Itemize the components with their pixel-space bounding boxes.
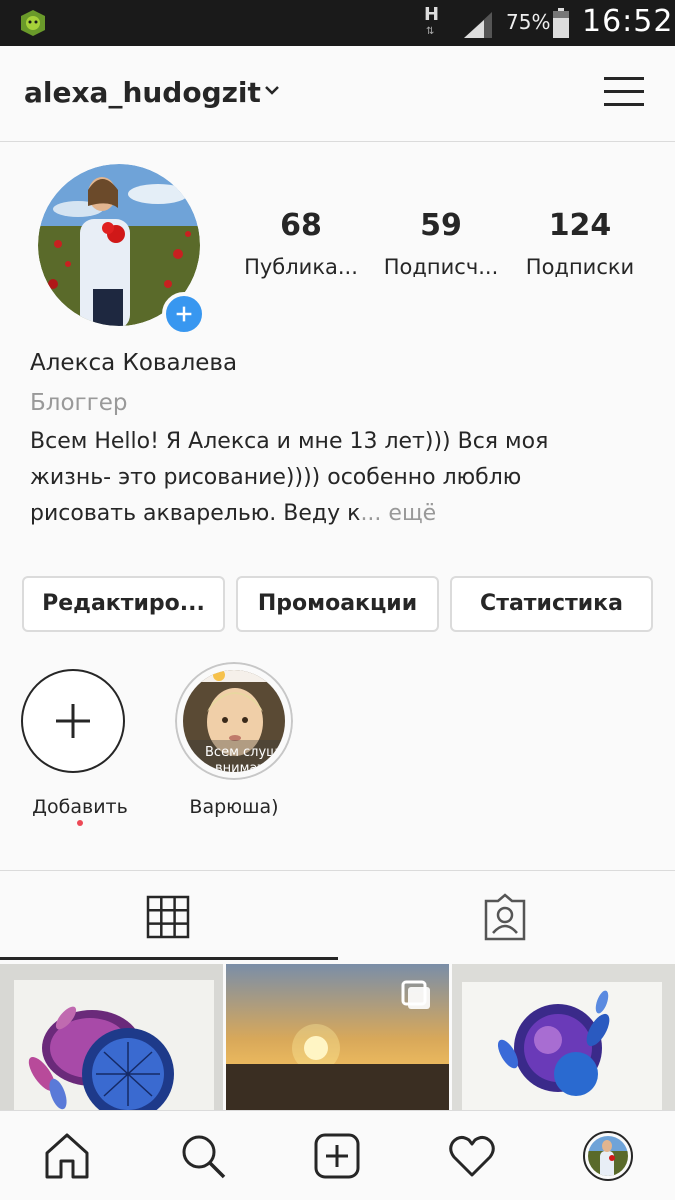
signal-icon <box>464 12 492 38</box>
profile-avatar[interactable] <box>583 1131 633 1181</box>
following-count-value: 124 <box>548 208 612 243</box>
data-arrows-icon: ⇅ <box>426 26 435 37</box>
bio-line: Всем Hello! Я Алекса и мне 13 лет))) Вся… <box>30 429 549 454</box>
username-switcher[interactable]: alexa_hudogzit <box>24 76 261 109</box>
post-thumbnail[interactable] <box>452 964 675 1114</box>
highlight-cover[interactable]: Всем слуш внимат <box>175 662 293 780</box>
active-tab-indicator <box>0 957 338 960</box>
bio-ellipsis: ... <box>360 501 382 526</box>
clock: 16:52 <box>582 4 674 39</box>
posts-count-value: 68 <box>280 208 322 243</box>
full-name: Алекса Ковалева <box>30 350 238 376</box>
post-image <box>0 964 223 1114</box>
new-notification-dot <box>77 820 83 826</box>
post-thumbnail[interactable] <box>0 964 223 1114</box>
posts-count-label: Публика... <box>244 255 358 279</box>
tagged-icon[interactable] <box>482 893 528 941</box>
highlight-label: Варюша) <box>189 796 279 818</box>
promotions-button[interactable]: Промоакции <box>236 576 439 632</box>
following-count-label: Подписки <box>525 255 635 279</box>
post-image <box>452 964 675 1114</box>
post-thumbnail[interactable] <box>226 964 449 1114</box>
profile-category: Блоггер <box>30 390 128 416</box>
posts-count[interactable]: 68 Публика... <box>231 208 371 279</box>
highlight-label: Добавить <box>32 796 128 818</box>
followers-count-label: Подписч... <box>383 255 499 279</box>
network-type: H <box>424 4 440 25</box>
bio: Всем Hello! Я Алекса и мне 13 лет))) Вся… <box>30 424 650 532</box>
battery-percent: 75% <box>506 10 551 34</box>
profile-tabs <box>0 870 675 962</box>
add-story-plus-icon[interactable] <box>162 292 206 336</box>
battery-icon <box>553 8 569 38</box>
statistics-button[interactable]: Статистика <box>450 576 653 632</box>
home-icon[interactable] <box>42 1131 92 1181</box>
followers-count[interactable]: 59 Подписч... <box>371 208 511 279</box>
followers-count-value: 59 <box>420 208 462 243</box>
edit-profile-button[interactable]: Редактиро... <box>22 576 225 632</box>
grid-icon[interactable] <box>146 895 190 939</box>
highlight-overlay-text: Всем слуш <box>205 745 278 760</box>
post-image <box>226 964 449 1114</box>
profile-header: alexa_hudogzit <box>0 46 675 142</box>
search-icon[interactable] <box>178 1131 228 1181</box>
highlight-varyusha[interactable]: Всем слуш внимат Варюша) <box>175 662 293 818</box>
status-bar: H ⇅ 75% 16:52 <box>0 0 675 46</box>
app-notification-icon <box>21 10 45 36</box>
new-post-icon[interactable] <box>312 1131 362 1181</box>
add-highlight-plus-icon[interactable] <box>20 668 126 774</box>
highlight-add[interactable]: Добавить <box>20 668 140 818</box>
menu-icon[interactable] <box>602 74 646 110</box>
activity-heart-icon[interactable] <box>447 1131 497 1181</box>
bio-line: рисовать акварелью. Веду к... ещё <box>30 496 650 532</box>
following-count[interactable]: 124 Подписки <box>510 208 650 279</box>
chevron-down-icon[interactable] <box>262 80 282 100</box>
bio-more-link[interactable]: ещё <box>388 501 436 526</box>
bottom-navigation <box>0 1110 675 1200</box>
bio-line-text: рисовать акварелью. Веду к <box>30 501 361 526</box>
bio-line: жизнь- это рисование)))) особенно люблю <box>30 465 522 490</box>
